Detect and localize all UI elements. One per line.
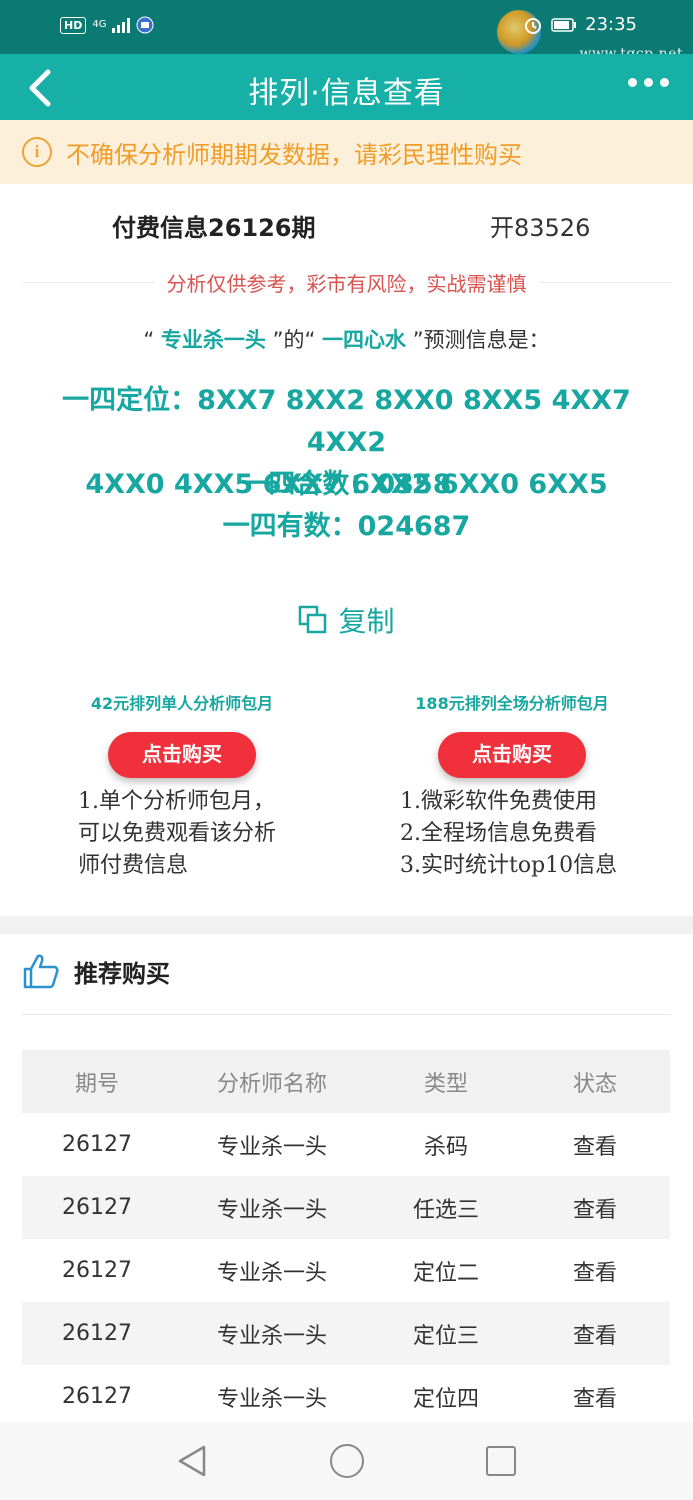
analyst-link[interactable]: 专业杀一头	[172, 1176, 372, 1239]
package-title: 42元排列单人分析师包月	[90, 694, 274, 713]
notice-banner: i 不确保分析师期期发数据，请彩民理性购买	[0, 120, 693, 184]
type-cell: 定位四	[412, 1386, 479, 1412]
view-link[interactable]: 查看	[520, 1113, 670, 1176]
column-header-analyst: 分析师名称	[216, 1071, 327, 1097]
package-features: 1.单个分析师包月， 可以免费观看该分析 师付费信息	[22, 786, 342, 882]
recommend-title: 推荐购买	[74, 959, 170, 988]
table-row[interactable]: 26127 专业杀一头 任选三 查看	[22, 1176, 670, 1239]
network-type: 4G	[92, 19, 107, 30]
feature-line: 师付费信息	[78, 853, 189, 878]
package-title: 188元排列全场分析师包月	[415, 694, 609, 713]
buy-button[interactable]: 点击购买	[438, 732, 586, 778]
issue-cell: 26127	[62, 1384, 132, 1409]
youshu-value: 024687	[357, 511, 471, 542]
type-cell: 杀码	[423, 1134, 468, 1160]
analyst-link[interactable]: 专业杀一头	[172, 1113, 372, 1176]
feature-line: 1.微彩软件免费使用	[400, 789, 597, 814]
column-header-type: 类型	[423, 1071, 468, 1097]
status-bar: HD 4G 23:35 www.tqcp.net	[0, 0, 693, 62]
feature-line: 可以免费观看该分析	[78, 821, 277, 846]
copy-button[interactable]: 复制	[0, 600, 693, 640]
notice-text: 不确保分析师期期发数据，请彩民理性购买	[66, 140, 522, 169]
category-name: 一四心水	[322, 328, 407, 352]
thumbs-up-icon	[23, 954, 59, 989]
type-cell: 定位二	[412, 1260, 479, 1286]
feature-line: 1.单个分析师包月，	[78, 789, 275, 814]
table-row[interactable]: 26127 专业杀一头 定位三 查看	[22, 1302, 670, 1365]
status-right-indicators: 23:35	[523, 14, 637, 35]
column-header-status: 状态	[572, 1071, 617, 1097]
issue-open-number: 开83526	[490, 214, 591, 242]
youshu-label: 一四有数：	[222, 511, 358, 542]
package-features: 1.微彩软件免费使用 2.全程场信息免费看 3.实时统计top10信息	[352, 786, 672, 882]
status-left-indicators: HD 4G	[60, 16, 154, 34]
app-notification-icon	[136, 16, 154, 34]
column-header-issue: 期号	[74, 1071, 119, 1097]
dingwei-label: 一四定位：	[62, 385, 198, 416]
prediction-intro: “ 专业杀一头 ”的“ 一四心水 ”预测信息是：	[143, 328, 550, 352]
copy-icon	[299, 605, 327, 634]
view-link[interactable]: 查看	[520, 1302, 670, 1365]
table-row[interactable]: 26127 专业杀一头 杀码 查看	[22, 1113, 670, 1176]
nav-bar: 排列·信息查看	[0, 54, 693, 120]
feature-line: 3.实时统计top10信息	[400, 853, 618, 878]
table-row[interactable]: 26127 专业杀一头 定位四 查看	[22, 1365, 670, 1428]
type-cell: 任选三	[412, 1197, 479, 1223]
issue-cell: 26127	[62, 1258, 132, 1283]
more-button[interactable]	[628, 78, 669, 87]
analyst-link[interactable]: 专业杀一头	[172, 1365, 372, 1428]
view-link[interactable]: 查看	[520, 1239, 670, 1302]
issue-title: 付费信息26126期	[112, 214, 316, 242]
heshu-label: 一四合数：	[241, 469, 377, 500]
package-single: 42元排列单人分析师包月 点击购买 1.单个分析师包月， 可以免费观看该分析 师…	[22, 690, 342, 882]
triangle-back-icon[interactable]	[176, 1444, 208, 1478]
divider	[22, 1014, 671, 1015]
view-link[interactable]: 查看	[520, 1176, 670, 1239]
copy-label: 复制	[338, 605, 395, 638]
issue-cell: 26127	[62, 1195, 132, 1220]
more-dots-icon	[628, 78, 637, 87]
analyst-link[interactable]: 专业杀一头	[172, 1302, 372, 1365]
recommend-header: 推荐购买	[22, 952, 170, 990]
analyst-link[interactable]: 专业杀一头	[172, 1239, 372, 1302]
analyst-name: 专业杀一头	[160, 328, 266, 352]
risk-warning: 分析仅供参考，彩市有风险，实战需谨慎	[0, 268, 693, 297]
youshu-prediction: 一四有数：024687	[0, 506, 693, 548]
alarm-icon	[525, 17, 542, 34]
buy-button[interactable]: 点击购买	[108, 732, 256, 778]
square-recent-icon[interactable]	[486, 1446, 516, 1476]
type-cell: 定位三	[412, 1323, 479, 1349]
heshu-prediction: 一四合数：0358	[0, 464, 693, 506]
table-header-row: 期号 分析师名称 类型 状态	[22, 1050, 670, 1113]
table-row[interactable]: 26127 专业杀一头 定位二 查看	[22, 1239, 670, 1302]
hd-badge: HD	[60, 16, 87, 34]
signal-icon	[112, 17, 131, 33]
issue-info-row: 付费信息26126期 开83526	[0, 208, 693, 248]
page-title: 排列·信息查看	[248, 76, 445, 111]
feature-line: 2.全程场信息免费看	[400, 821, 597, 846]
view-link[interactable]: 查看	[520, 1365, 670, 1428]
dingwei-line1: 8XX7 8XX2 8XX0 8XX5 4XX7 4XX2	[197, 385, 631, 458]
circle-home-icon[interactable]	[330, 1444, 364, 1478]
section-separator	[0, 916, 693, 934]
risk-warning-text: 分析仅供参考，彩市有风险，实战需谨慎	[154, 268, 539, 297]
clock: 23:35	[585, 14, 637, 35]
recommend-table: 期号 分析师名称 类型 状态 26127 专业杀一头 杀码 查看 26127 专…	[22, 1050, 670, 1428]
package-all: 188元排列全场分析师包月 点击购买 1.微彩软件免费使用 2.全程场信息免费看…	[352, 690, 672, 882]
system-nav-bar	[0, 1422, 693, 1500]
heshu-value: 0358	[376, 469, 452, 500]
issue-cell: 26127	[62, 1321, 132, 1346]
info-circle-icon: i	[22, 137, 52, 167]
battery-icon	[551, 17, 577, 32]
issue-cell: 26127	[62, 1132, 132, 1157]
